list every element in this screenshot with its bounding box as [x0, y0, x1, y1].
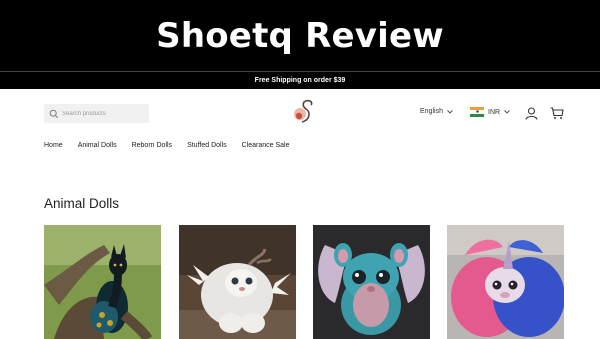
language-label: English — [420, 108, 443, 115]
white-furry-horned-creature-doll-image — [179, 225, 296, 339]
announcement-bar: Free Shipping on order $39 — [0, 71, 600, 89]
cart-icon[interactable] — [550, 107, 564, 120]
review-banner: Shoetq Review — [0, 0, 600, 71]
main-navigation: Home Animal Dolls Reborn Dolls Stuffed D… — [44, 142, 305, 149]
search-icon — [49, 109, 59, 119]
pink-blue-unicorn-creature-doll-image — [447, 225, 564, 339]
nav-item-clearance-sale[interactable]: Clearance Sale — [242, 142, 290, 149]
product-card-1[interactable] — [44, 225, 161, 339]
search-input[interactable] — [59, 110, 147, 117]
india-flag-icon — [470, 107, 484, 117]
product-card-3[interactable] — [313, 225, 430, 339]
nav-item-animal-dolls[interactable]: Animal Dolls — [78, 142, 117, 149]
currency-label: INR — [488, 108, 501, 116]
nav-item-reborn-dolls[interactable]: Reborn Dolls — [132, 142, 172, 149]
banner-title: Shoetq Review — [156, 15, 444, 56]
black-peacock-cat-doll-image — [44, 225, 161, 339]
teal-winged-fairy-creature-doll-image — [313, 225, 430, 339]
search-box[interactable] — [44, 104, 149, 123]
nav-item-stuffed-dolls[interactable]: Stuffed Dolls — [187, 142, 227, 149]
product-card-2[interactable] — [179, 225, 296, 339]
section-title: Animal Dolls — [44, 196, 120, 211]
currency-selector[interactable]: INR — [470, 107, 510, 117]
nav-item-home[interactable]: Home — [44, 142, 63, 149]
logo[interactable] — [291, 97, 317, 125]
announcement-text: Free Shipping on order $39 — [254, 77, 346, 84]
chevron-down-icon — [504, 110, 510, 114]
product-card-4[interactable] — [447, 225, 564, 339]
chevron-down-icon — [447, 109, 453, 114]
language-selector[interactable]: English — [420, 108, 453, 115]
account-icon[interactable] — [525, 107, 538, 120]
